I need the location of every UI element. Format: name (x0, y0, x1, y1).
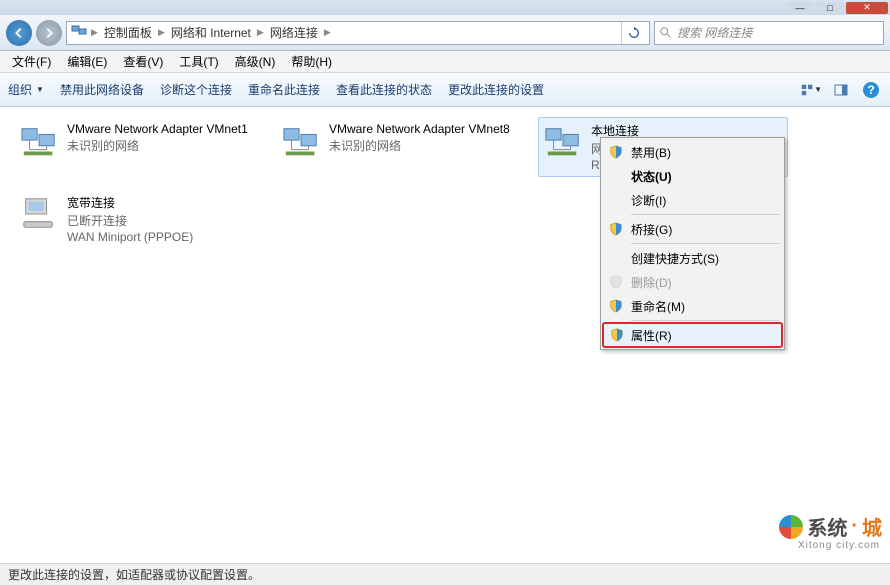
crumb-network-connections[interactable]: 网络连接 (268, 24, 320, 41)
context-menu: 禁用(B) 状态(U) 诊断(I) 桥接(G) 创建快捷方式(S) 删除(D) … (600, 137, 785, 350)
logo-icon (779, 515, 803, 539)
ctx-bridge[interactable]: 桥接(G) (603, 217, 782, 241)
network-adapter-icon (281, 122, 321, 162)
chevron-right-icon: ▶ (324, 27, 331, 38)
close-button[interactable]: ✕ (846, 2, 888, 14)
cmd-change-settings[interactable]: 更改此连接的设置 (448, 81, 544, 98)
chevron-down-icon: ▼ (36, 85, 44, 94)
content-area: VMware Network Adapter VMnet1 未识别的网络 VMw… (0, 107, 890, 567)
chevron-right-icon: ▶ (257, 27, 264, 38)
preview-pane-button[interactable] (830, 79, 852, 101)
search-placeholder: 搜索 网络连接 (677, 24, 752, 41)
forward-button[interactable] (36, 20, 62, 46)
help-button[interactable]: ? (860, 79, 882, 101)
connection-status: 未识别的网络 (329, 137, 510, 154)
menu-bar: 文件(F) 编辑(E) 查看(V) 工具(T) 高级(N) 帮助(H) (0, 51, 890, 73)
status-bar: 更改此连接的设置，如适配器或协议配置设置。 (0, 563, 890, 585)
crumb-network-internet[interactable]: 网络和 Internet (169, 24, 253, 41)
menu-file[interactable]: 文件(F) (6, 51, 57, 72)
ctx-diagnose[interactable]: 诊断(I) (603, 188, 782, 212)
shield-icon (609, 299, 623, 313)
separator (631, 243, 780, 244)
shield-icon (609, 222, 623, 236)
connection-item[interactable]: VMware Network Adapter VMnet8 未识别的网络 (276, 117, 526, 177)
maximize-button[interactable]: □ (816, 2, 844, 14)
network-adapter-icon (19, 122, 59, 162)
ctx-disable[interactable]: 禁用(B) (603, 140, 782, 164)
connection-name: VMware Network Adapter VMnet1 (67, 122, 248, 136)
connection-item[interactable]: 宽带连接 已断开连接 WAN Miniport (PPPOE) (14, 189, 264, 249)
ctx-delete: 删除(D) (603, 270, 782, 294)
connection-item[interactable]: VMware Network Adapter VMnet1 未识别的网络 (14, 117, 264, 177)
network-icon (71, 23, 87, 42)
cmd-disable-device[interactable]: 禁用此网络设备 (60, 81, 144, 98)
ctx-create-shortcut[interactable]: 创建快捷方式(S) (603, 246, 782, 270)
refresh-button[interactable] (621, 22, 645, 44)
ctx-properties[interactable]: 属性(R) (603, 323, 782, 347)
search-input[interactable]: 搜索 网络连接 (654, 21, 884, 45)
minimize-button[interactable]: — (786, 2, 814, 14)
separator (631, 320, 780, 321)
cmd-view-status[interactable]: 查看此连接的状态 (336, 81, 432, 98)
search-icon (659, 26, 673, 40)
menu-help[interactable]: 帮助(H) (285, 51, 338, 72)
shield-icon (609, 145, 623, 159)
back-button[interactable] (6, 20, 32, 46)
watermark: 系统·城 Xitong city.com (779, 512, 882, 541)
connection-device: WAN Miniport (PPPOE) (67, 230, 193, 244)
network-adapter-icon (543, 122, 583, 162)
menu-tools[interactable]: 工具(T) (173, 51, 224, 72)
chevron-right-icon: ▶ (158, 27, 165, 38)
separator (631, 214, 780, 215)
shield-icon (609, 275, 623, 289)
cmd-organize[interactable]: 组织 ▼ (8, 81, 44, 98)
ctx-rename[interactable]: 重命名(M) (603, 294, 782, 318)
chevron-down-icon: ▼ (814, 85, 822, 94)
menu-view[interactable]: 查看(V) (117, 51, 169, 72)
navigation-bar: ▶ 控制面板 ▶ 网络和 Internet ▶ 网络连接 ▶ 搜索 网络连接 (0, 15, 890, 51)
menu-edit[interactable]: 编辑(E) (61, 51, 113, 72)
connection-status: 已断开连接 (67, 212, 193, 229)
dialup-icon (19, 194, 59, 234)
cmd-diagnose[interactable]: 诊断这个连接 (160, 81, 232, 98)
connection-name: 宽带连接 (67, 194, 193, 211)
crumb-control-panel[interactable]: 控制面板 (102, 24, 154, 41)
ctx-status[interactable]: 状态(U) (603, 164, 782, 188)
command-bar: 组织 ▼ 禁用此网络设备 诊断这个连接 重命名此连接 查看此连接的状态 更改此连… (0, 73, 890, 107)
window-titlebar: — □ ✕ (0, 0, 890, 15)
shield-icon (610, 328, 624, 342)
menu-advanced[interactable]: 高级(N) (229, 51, 282, 72)
status-text: 更改此连接的设置，如适配器或协议配置设置。 (8, 566, 260, 583)
svg-text:?: ? (867, 83, 874, 97)
view-options-button[interactable]: ▼ (800, 79, 822, 101)
connection-status: 未识别的网络 (67, 137, 248, 154)
address-bar[interactable]: ▶ 控制面板 ▶ 网络和 Internet ▶ 网络连接 ▶ (66, 21, 650, 45)
cmd-rename[interactable]: 重命名此连接 (248, 81, 320, 98)
chevron-right-icon: ▶ (91, 27, 98, 38)
connection-name: VMware Network Adapter VMnet8 (329, 122, 510, 136)
